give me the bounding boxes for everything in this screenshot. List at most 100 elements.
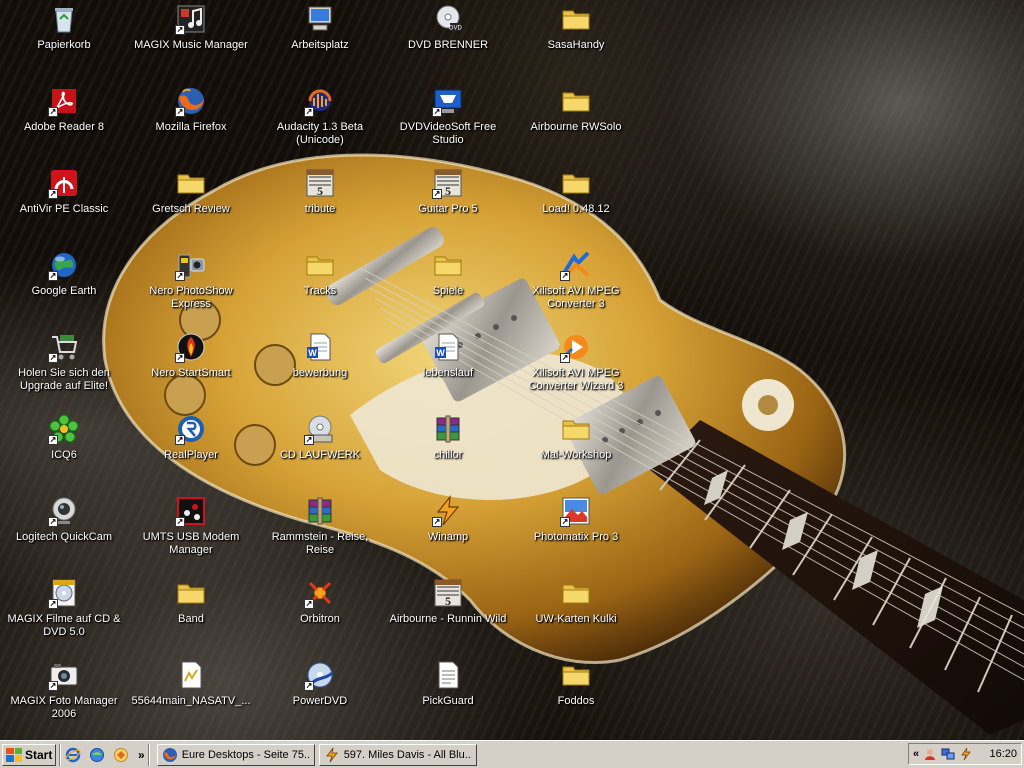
desktop-icon-bewerbung[interactable]: Wbewerbung — [258, 331, 382, 409]
shortcut-arrow-icon: ↗ — [432, 189, 442, 199]
desktop-icon-airbourne-rwsolo[interactable]: Airbourne RWSolo — [514, 85, 638, 163]
folder-icon — [560, 3, 592, 35]
desktop-icon-label: UMTS USB Modem Manager — [142, 531, 240, 556]
desktop-icon-pickguard[interactable]: PickGuard — [386, 659, 510, 737]
desktop-icon-label: Xilisoft AVI MPEG Converter Wizard 3 — [528, 367, 624, 392]
desktop-icon-label: Mal-Workshop — [540, 449, 612, 461]
shortcut-arrow-icon: ↗ — [432, 517, 442, 527]
desktop-icon-label: Gretsch Review — [152, 203, 230, 215]
desktop-icon-nero-startsmart[interactable]: ↗ Nero StartSmart — [129, 331, 253, 409]
desktop-icon-dvd-brenner[interactable]: DVD DVD BRENNER — [386, 3, 510, 81]
umts-modem-icon: ↗ — [175, 495, 207, 527]
desktop-icon-chillor[interactable]: chillor — [386, 413, 510, 491]
desktop-icon-gretsch-review[interactable]: Gretsch Review — [129, 167, 253, 245]
desktop-icon-spiele[interactable]: Spiele — [386, 249, 510, 327]
show-desktop-icon[interactable] — [88, 746, 106, 764]
recycle-bin-icon — [48, 3, 80, 35]
clock[interactable]: 16:20 — [989, 748, 1017, 760]
desktop-icon-sasahandy[interactable]: SasaHandy — [514, 3, 638, 81]
desktop-icon-label: Orbitron — [300, 613, 340, 625]
desktop-icon-label: Xilisoft AVI MPEG Converter 3 — [532, 285, 620, 310]
desktop-icon-magix-filme-auf-cd-dvd-5-0[interactable]: ↗ MAGIX Filme auf CD & DVD 5.0 — [2, 577, 126, 655]
desktop-icon-guitar-pro-5[interactable]: 5 ↗ Guitar Pro 5 — [386, 167, 510, 245]
desktop-icon-logitech-quickcam[interactable]: ↗ Logitech QuickCam — [2, 495, 126, 573]
antivir-umbrella-icon: ↗ — [48, 167, 80, 199]
desktop-icon-airbourne-runnin-wild[interactable]: 5 Airbourne - Runnin Wild — [386, 577, 510, 655]
shortcut-arrow-icon: ↗ — [175, 353, 185, 363]
desktop-icon-nero-photoshow-express[interactable]: ↗ Nero PhotoShow Express — [129, 249, 253, 327]
start-button[interactable]: Start — [2, 743, 56, 766]
desktop-icon-papierkorb[interactable]: Papierkorb — [2, 3, 126, 81]
desktop-icon-mal-workshop[interactable]: Mal-Workshop — [514, 413, 638, 491]
folder-icon — [175, 167, 207, 199]
browser-icon[interactable] — [112, 746, 130, 764]
task-button-label: Eure Desktops - Seite 75... — [181, 748, 310, 761]
shortcut-arrow-icon: ↗ — [432, 107, 442, 117]
windows-logo-icon — [6, 747, 22, 762]
shopping-cart-icon: ↗ — [48, 331, 80, 363]
winamp-tray-icon[interactable] — [959, 747, 973, 761]
task-button-firefox[interactable]: Eure Desktops - Seite 75... — [156, 743, 315, 766]
desktop-icon-tribute[interactable]: 5 tribute — [258, 167, 382, 245]
folder-icon — [560, 577, 592, 609]
desktop-icon-antivir-pe-classic[interactable]: ↗ AntiVir PE Classic — [2, 167, 126, 245]
desktop-icon-label: Photomatix Pro 3 — [533, 531, 619, 543]
desktop-icon-umts-usb-modem-manager[interactable]: ↗ UMTS USB Modem Manager — [129, 495, 253, 573]
desktop-icon-magix-foto-manager-2006[interactable]: ↗ MAGIX Foto Manager 2006 — [2, 659, 126, 737]
desktop-icon-winamp[interactable]: ↗ Winamp — [386, 495, 510, 573]
desktop-icon-magix-music-manager[interactable]: ↗ MAGIX Music Manager — [129, 3, 253, 81]
nero-startsmart-icon: ↗ — [175, 331, 207, 363]
internet-explorer-icon[interactable] — [64, 746, 82, 764]
shortcut-arrow-icon: ↗ — [48, 189, 58, 199]
desktop-icon-google-earth[interactable]: ↗ Google Earth — [2, 249, 126, 327]
desktop-icon-label: Foddos — [557, 695, 595, 707]
desktop-icon-mozilla-firefox[interactable]: ↗ Mozilla Firefox — [129, 85, 253, 163]
desktop-icon-label: tribute — [304, 203, 336, 215]
desktop-icon-foddos[interactable]: Foddos — [514, 659, 638, 737]
desktop-icon-orbitron[interactable]: ↗ Orbitron — [258, 577, 382, 655]
shortcut-arrow-icon: ↗ — [560, 271, 570, 281]
desktop-icon-xilisoft-avi-mpeg-converter-wizard-3[interactable]: ↗ Xilisoft AVI MPEG Converter Wizard 3 — [514, 331, 638, 409]
xilisoft-wizard-icon: ↗ — [560, 331, 592, 363]
desktop-icon-label: Papierkorb — [37, 39, 91, 51]
desktop-icon-holen-sie-sich-den-upgrade-auf-elite[interactable]: ↗ Holen Sie sich den Upgrade auf Elite! — [2, 331, 126, 409]
desktop-icon-adobe-reader-8[interactable]: ↗ Adobe Reader 8 — [2, 85, 126, 163]
desktop-icon-icq6[interactable]: ↗ ICQ6 — [2, 413, 126, 491]
desktop-icon-label: AntiVir PE Classic — [19, 203, 109, 215]
desktop-icon-label: PickGuard — [422, 695, 474, 707]
network-icon[interactable] — [941, 747, 955, 761]
shortcut-arrow-icon: ↗ — [175, 107, 185, 117]
quick-launch-more-button[interactable]: » — [138, 748, 145, 762]
desktop-icon-xilisoft-avi-mpeg-converter-3[interactable]: ↗ Xilisoft AVI MPEG Converter 3 — [514, 249, 638, 327]
desktop-icon-55644main-nasatv[interactable]: 55644main_NASATV_... — [129, 659, 253, 737]
desktop-icon-cd-laufwerk[interactable]: ↗ CD LAUFWERK — [258, 413, 382, 491]
tray-expand-button[interactable]: « — [913, 748, 919, 760]
desktop-icon-tracks[interactable]: Tracks — [258, 249, 382, 327]
icq-flower-icon: ↗ — [48, 413, 80, 445]
desktop-icon-audacity-1-3-beta-unicode[interactable]: ↗ Audacity 1.3 Beta (Unicode) — [258, 85, 382, 163]
winrar-archive-icon — [432, 413, 464, 445]
desktop-icon-realplayer[interactable]: ↗ RealPlayer — [129, 413, 253, 491]
folder-icon — [560, 85, 592, 117]
task-button-winamp[interactable]: 597. Miles Davis - All Blu... — [318, 743, 477, 766]
svg-text:5: 5 — [317, 184, 323, 198]
desktop-icon-label: SasaHandy — [547, 39, 605, 51]
nero-photoshow-icon: ↗ — [175, 249, 207, 281]
shortcut-arrow-icon: ↗ — [175, 435, 185, 445]
desktop-icon-arbeitsplatz[interactable]: Arbeitsplatz — [258, 3, 382, 81]
desktop-icon-band[interactable]: Band — [129, 577, 253, 655]
desktop-icon-lebenslauf[interactable]: Wlebenslauf — [386, 331, 510, 409]
desktop-icon-label: MAGIX Filme auf CD & DVD 5.0 — [7, 613, 121, 638]
desktop-icon-powerdvd[interactable]: ↗ PowerDVD — [258, 659, 382, 737]
shortcut-arrow-icon: ↗ — [304, 435, 314, 445]
desktop-icon-load-0-48-12[interactable]: Load! 0.48.12 — [514, 167, 638, 245]
magix-dvd-icon: ↗ — [48, 577, 80, 609]
folder-icon — [304, 249, 336, 281]
svg-text:DVD: DVD — [449, 26, 462, 32]
desktop-icon-uw-karten-kulki[interactable]: UW-Karten Kulki — [514, 577, 638, 655]
desktop-icon-rammstein-reise-reise[interactable]: Rammstein - Reise, Reise — [258, 495, 382, 573]
messenger-icon[interactable] — [923, 747, 937, 761]
shortcut-arrow-icon: ↗ — [48, 353, 58, 363]
desktop-icon-photomatix-pro-3[interactable]: ↗ Photomatix Pro 3 — [514, 495, 638, 573]
desktop-icon-dvdvideosoft-free-studio[interactable]: ↗ DVDVideoSoft Free Studio — [386, 85, 510, 163]
